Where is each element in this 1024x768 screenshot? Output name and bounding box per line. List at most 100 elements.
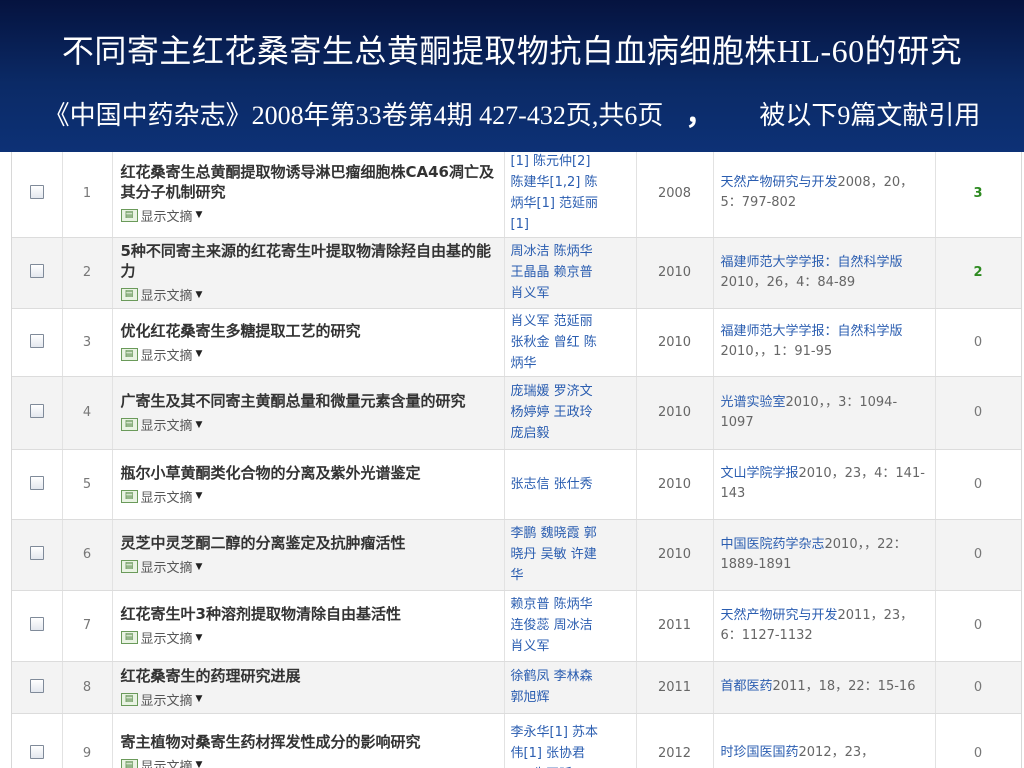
author-link[interactable]: 庞启毅 xyxy=(511,423,630,444)
citation-count[interactable]: 0 xyxy=(974,618,982,633)
separator: ， xyxy=(685,98,716,131)
source-details: 2012，23， xyxy=(798,745,875,760)
row-checkbox[interactable] xyxy=(29,744,44,759)
citation-count[interactable]: 0 xyxy=(974,547,982,562)
article-title-link[interactable]: 广寄生及其不同寄主黄酮总量和微量元素含量的研究 xyxy=(121,391,496,411)
source-journal-link[interactable]: 福建师范大学学报：自然科学版 xyxy=(721,255,903,270)
author-link[interactable]: 王晶晶 赖京普 xyxy=(511,262,630,283)
row-checkbox[interactable] xyxy=(29,546,44,560)
author-link[interactable]: [1] 朱开昕[2] xyxy=(511,764,630,768)
author-link[interactable]: 华 xyxy=(511,565,630,586)
row-checkbox[interactable] xyxy=(29,184,44,199)
show-abstract-toggle[interactable]: ▤ 显示文摘 ▼ xyxy=(120,285,202,304)
show-abstract-toggle[interactable]: ▤ 显示文摘 ▼ xyxy=(120,206,203,225)
author-link[interactable]: 郭旭辉 xyxy=(511,687,630,708)
show-abstract-label: 显示文摘 xyxy=(140,759,193,768)
article-title-link[interactable]: 灵芝中灵芝酮二醇的分离鉴定及抗肿瘤活性 xyxy=(121,533,496,553)
row-checkbox[interactable] xyxy=(29,678,44,693)
table-row: 5 瓶尔小草黄酮类化合物的分离及紫外光谱鉴定 ▤ 显示文摘 ▼ 张志信 张仕秀 20… xyxy=(12,449,1021,520)
row-checkbox[interactable] xyxy=(29,264,44,278)
abstract-icon: ▤ xyxy=(120,758,138,768)
author-link[interactable]: 肖义军 xyxy=(511,636,630,657)
authors: 李永华[1] 苏本伟[1] 张协君[1] 朱开昕[2] xyxy=(511,722,630,768)
article-title-link[interactable]: 5种不同寄主来源的红花寄生叶提取物清除羟自由基的能力 xyxy=(121,241,496,281)
caret-down-icon: ▼ xyxy=(195,760,203,768)
citation-count[interactable]: 2 xyxy=(973,265,982,280)
source-journal-link[interactable]: 首都医药 xyxy=(721,679,773,694)
authors: 张志信 张仕秀 xyxy=(511,474,630,495)
author-link[interactable]: [1] 陈元仲[2] xyxy=(511,151,630,172)
show-abstract-toggle[interactable]: ▤ 显示文摘 ▼ xyxy=(120,557,203,576)
show-abstract-toggle[interactable]: ▤ 显示文摘 ▼ xyxy=(120,487,202,506)
author-link[interactable]: 陈建华[1,2] 陈 xyxy=(511,172,630,193)
row-number: 8 xyxy=(82,679,92,695)
table-row: 8 红花桑寄生的药理研究进展 ▤ 显示文摘 ▼ 徐鹤凤 李林森 郭旭辉 2011 首都… xyxy=(12,661,1021,714)
row-number: 3 xyxy=(82,334,92,350)
author-link[interactable]: 张志信 张仕秀 xyxy=(511,474,630,495)
article-title-link[interactable]: 瓶尔小草黄酮类化合物的分离及紫外光谱鉴定 xyxy=(121,463,496,483)
caret-down-icon: ▼ xyxy=(195,561,203,572)
citation-count[interactable]: 3 xyxy=(973,186,982,201)
row-checkbox[interactable] xyxy=(29,475,44,490)
source-details: 2010，，1：91-95 xyxy=(720,344,833,359)
row-number: 4 xyxy=(82,405,92,420)
authors: 周冰洁 陈炳华 王晶晶 赖京普 肖义军 xyxy=(511,241,630,304)
row-checkbox[interactable] xyxy=(29,404,44,418)
source-journal-link[interactable]: 光谱实验室 xyxy=(721,395,786,410)
caret-down-icon: ▼ xyxy=(195,210,203,221)
article-title-link[interactable]: 红花桑寄生的药理研究进展 xyxy=(121,666,496,686)
show-abstract-toggle[interactable]: ▤ 显示文摘 ▼ xyxy=(120,345,202,364)
author-link[interactable]: 张秋金 曾红 陈 xyxy=(511,332,630,353)
author-link[interactable]: 李鹏 魏晓霞 郭 xyxy=(511,523,630,544)
article-title-link[interactable]: 寄主植物对桑寄生药材挥发性成分的影响研究 xyxy=(121,732,496,752)
show-abstract-toggle[interactable]: ▤ 显示文摘 ▼ xyxy=(120,628,202,647)
author-link[interactable]: 炳华[1] 范延丽 xyxy=(511,193,630,214)
author-link[interactable]: 周冰洁 陈炳华 xyxy=(511,241,630,262)
source-journal-link[interactable]: 天然产物研究与开发 xyxy=(721,175,838,190)
abstract-icon: ▤ xyxy=(120,208,138,222)
abstract-icon: ▤ xyxy=(120,692,138,706)
citation-count[interactable]: 0 xyxy=(974,405,982,420)
citation-count[interactable]: 0 xyxy=(974,335,982,350)
article-title-link[interactable]: 红花桑寄生总黄酮提取物诱导淋巴瘤细胞株CA46凋亡及其分子机制研究 xyxy=(121,162,496,202)
author-link[interactable]: 徐鹤凤 李林森 xyxy=(511,666,630,687)
source-details: 2011，18，22：15-16 xyxy=(772,679,916,694)
author-link[interactable]: 肖义军 xyxy=(511,283,630,304)
author-link[interactable]: 杨婷婷 王政玲 xyxy=(511,402,630,423)
author-link[interactable]: 连俊蕊 周冰洁 xyxy=(511,615,630,636)
year: 2011 xyxy=(657,618,692,633)
show-abstract-toggle[interactable]: ▤ 显示文摘 ▼ xyxy=(120,690,202,709)
show-abstract-label: 显示文摘 xyxy=(140,348,193,364)
show-abstract-label: 显示文摘 xyxy=(140,209,193,225)
row-checkbox[interactable] xyxy=(29,617,44,631)
citation-count[interactable]: 0 xyxy=(974,746,982,761)
citation-count[interactable]: 0 xyxy=(974,680,982,695)
abstract-icon: ▤ xyxy=(120,560,138,573)
author-link[interactable]: 肖义军 范延丽 xyxy=(511,311,630,332)
table-row: 6 灵芝中灵芝酮二醇的分离鉴定及抗肿瘤活性 ▤ 显示文摘 ▼ 李鹏 魏晓霞 郭晓丹 … xyxy=(12,519,1021,591)
show-abstract-toggle[interactable]: ▤ 显示文摘 ▼ xyxy=(120,756,203,768)
source-journal-link[interactable]: 文山学院学报 xyxy=(721,466,799,481)
article-title-link[interactable]: 红花寄生叶3种溶剂提取物清除自由基活性 xyxy=(121,604,496,624)
article-title-link[interactable]: 优化红花桑寄生多糖提取工艺的研究 xyxy=(121,321,496,341)
author-link[interactable]: 伟[1] 张协君 xyxy=(511,743,630,764)
author-link[interactable]: 庞瑞媛 罗济文 xyxy=(511,381,630,402)
author-link[interactable]: [1] xyxy=(511,214,630,235)
authors: [1] 陈元仲[2] 陈建华[1,2] 陈炳华[1] 范延丽 [1] xyxy=(511,151,630,235)
citation-info: 《中国中药杂志》2008年第33卷第4期 427-432页,共6页 ， 被以下9篇文… xyxy=(0,95,1024,136)
abstract-icon: ▤ xyxy=(120,288,138,301)
citation-table-container: 1 红花桑寄生总黄酮提取物诱导淋巴瘤细胞株CA46凋亡及其分子机制研究 ▤ 显示文… xyxy=(11,150,1022,768)
author-link[interactable]: 炳华 xyxy=(511,353,630,374)
author-link[interactable]: 李永华[1] 苏本 xyxy=(511,722,630,743)
show-abstract-toggle[interactable]: ▤ 显示文摘 ▼ xyxy=(120,415,202,434)
source-journal-link[interactable]: 时珍国医国药 xyxy=(721,745,799,760)
source-journal-link[interactable]: 福建师范大学学报：自然科学版 xyxy=(721,324,903,339)
author-link[interactable]: 赖京普 陈炳华 xyxy=(511,594,630,615)
show-abstract-label: 显示文摘 xyxy=(140,490,193,506)
author-link[interactable]: 晓丹 吴敏 许建 xyxy=(511,544,630,565)
row-checkbox[interactable] xyxy=(29,333,44,348)
source-journal-link[interactable]: 中国医院药学杂志 xyxy=(721,537,825,552)
slide-header: 不同寄主红花桑寄生总黄酮提取物抗白血病细胞株HL-60的研究 《中国中药杂志》2… xyxy=(0,0,1024,152)
source-journal-link[interactable]: 天然产物研究与开发 xyxy=(721,608,838,623)
citation-count[interactable]: 0 xyxy=(974,477,982,492)
